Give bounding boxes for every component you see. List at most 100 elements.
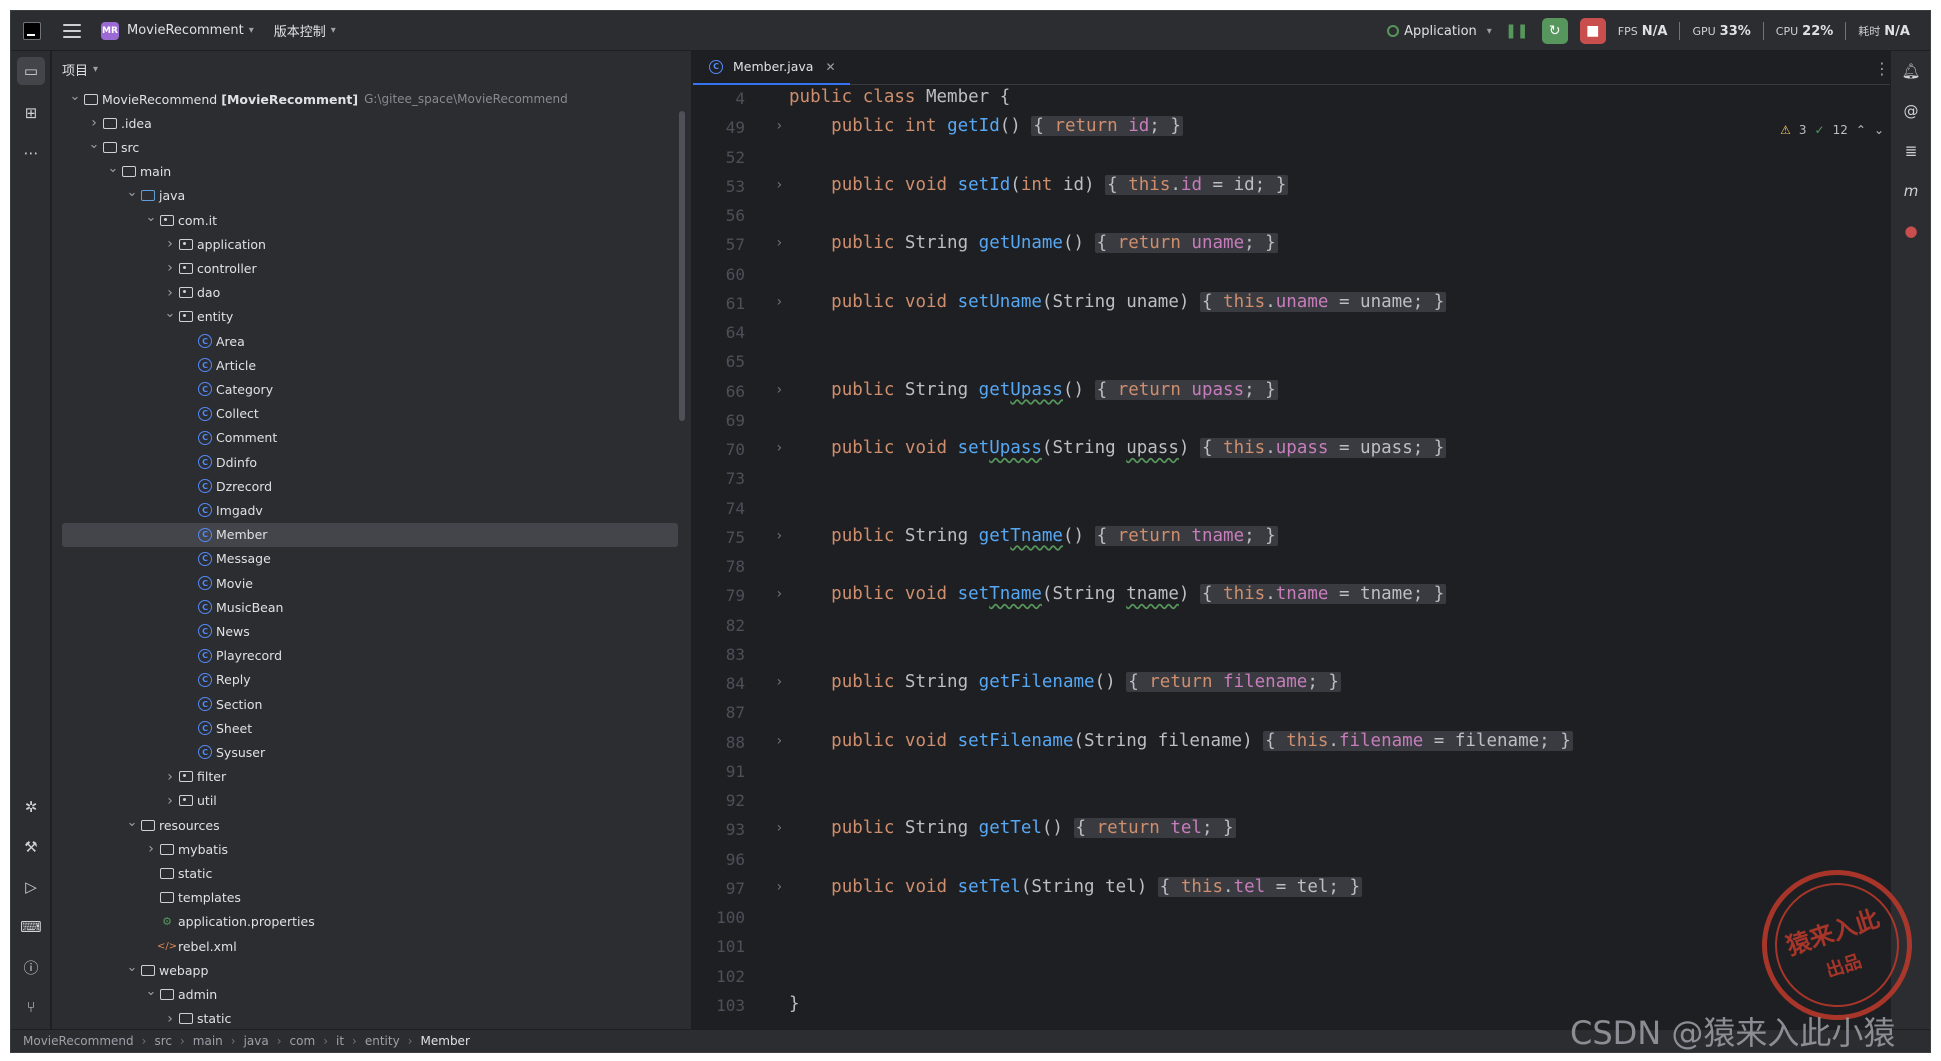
fold-toggle-icon[interactable]: › [775,118,783,134]
code-line[interactable]: public void setFilename(String filename)… [789,730,1573,751]
database-icon[interactable]: ≣ [1897,137,1925,165]
git-icon[interactable]: ⑂ [17,993,45,1021]
expand-arrow-icon[interactable] [106,164,120,179]
tree-item[interactable]: filter [62,765,678,789]
breadcrumb-item[interactable]: entity [365,1034,400,1048]
code-line[interactable]: public void setTname(String tname) { thi… [789,584,1447,605]
stop-button[interactable]: ■ [1579,18,1606,44]
tree-item[interactable]: C Message [62,547,678,571]
tree-item[interactable]: C Movie [62,571,678,595]
chevron-down-icon[interactable]: ⌄ [1874,123,1884,137]
expand-arrow-icon[interactable] [144,987,158,1002]
code-line[interactable]: } [789,994,800,1014]
collapse-arrow-icon[interactable] [163,260,177,276]
code-line[interactable]: public int getId() { return id; } [789,116,1183,137]
tree-item[interactable]: static [62,1007,678,1031]
tree-item[interactable]: C News [62,619,678,643]
tree-item[interactable]: controller [62,256,678,280]
tab-member-java[interactable]: C Member.java ✕ [693,51,850,85]
ai-assistant-icon[interactable]: @ [1897,97,1925,125]
code-line[interactable]: public void setId(int id) { this.id = id… [789,174,1289,195]
collapse-arrow-icon[interactable] [87,115,101,131]
tree-item[interactable]: main [62,160,678,184]
tree-item[interactable]: static [62,861,678,885]
tree-item[interactable]: C Member [62,522,678,547]
tree-item[interactable]: ⚙ application.properties [62,910,678,934]
tree-item[interactable]: C Imgadv [62,498,678,522]
breadcrumb-item[interactable]: java [244,1034,269,1048]
fold-toggle-icon[interactable]: › [775,820,783,836]
code-line[interactable]: public void setUpass(String upass) { thi… [789,438,1447,458]
code-view[interactable]: ⚠ 3 ✓ 12 ⌃ ⌄ 4 public class Member {49 › p… [693,85,1902,1031]
run-icon[interactable]: ▷ [17,873,45,901]
code-line[interactable]: public void setTel(String tel) { this.te… [789,876,1363,897]
run-config-selector[interactable]: Application ▾ [1387,24,1492,39]
tree-item[interactable]: C Dzrecord [62,474,678,498]
fold-toggle-icon[interactable]: › [775,294,783,310]
inspection-widget[interactable]: ⚠ 3 ✓ 12 ⌃ ⌄ [1780,123,1884,137]
tree-item[interactable]: templates [62,886,678,910]
breadcrumb-item[interactable]: MovieRecommend [23,1034,134,1048]
tree-item[interactable]: dao [62,281,678,305]
project-panel-header[interactable]: 项目 ▾ [52,51,691,87]
tree-item[interactable]: C Playrecord [62,644,678,668]
fold-toggle-icon[interactable]: › [775,235,783,251]
code-line[interactable]: public String getFilename() { return fil… [789,672,1341,692]
breadcrumb-item[interactable]: com [290,1034,316,1048]
rerun-button[interactable]: ↻ [1541,18,1568,44]
tree-item[interactable]: C MusicBean [62,595,678,619]
tree-item[interactable]: C Category [62,377,678,401]
tree-item[interactable]: admin [62,982,678,1006]
tree-item[interactable]: entity [62,305,678,329]
vcs-menu[interactable]: 版本控制 ▾ [274,11,336,50]
code-line[interactable]: public class Member { [789,87,1010,107]
plugin-icon[interactable]: ● [1897,217,1925,245]
collapse-arrow-icon[interactable] [163,285,177,301]
chevron-up-icon[interactable]: ⌃ [1856,123,1866,137]
fold-toggle-icon[interactable]: › [775,733,783,749]
fold-toggle-icon[interactable]: › [775,674,783,690]
project-folder-icon[interactable]: ▭ [17,57,45,85]
code-line[interactable]: public void setUname(String uname) { thi… [789,291,1447,312]
code-line[interactable]: public String getUpass() { return upass;… [789,379,1278,400]
breadcrumb-item[interactable]: src [154,1034,172,1048]
project-switcher[interactable]: MovieRecomment ▾ [127,11,254,50]
tree-item[interactable]: util [62,789,678,813]
breadcrumb-item[interactable]: it [336,1034,344,1048]
tree-item[interactable]: resources [62,813,678,837]
collapse-arrow-icon[interactable] [163,793,177,809]
code-line[interactable]: public String getTel() { return tel; } [789,818,1236,839]
tree-item[interactable]: .idea [62,111,678,135]
fold-toggle-icon[interactable]: › [775,879,783,895]
breadcrumb-item[interactable]: Member [421,1034,470,1048]
tree-item[interactable]: </> rebel.xml [62,934,678,958]
main-menu-icon[interactable] [63,23,81,38]
tree-item[interactable]: C Reply [62,668,678,692]
terminal-icon[interactable]: ⌨ [17,913,45,941]
collapse-arrow-icon[interactable] [144,841,158,857]
tree-item[interactable]: MovieRecommend[MovieRecomment] G:\gitee_s… [62,87,678,111]
expand-arrow-icon[interactable] [125,963,139,978]
code-line[interactable]: public String getTname() { return tname;… [789,525,1278,546]
tree-item[interactable]: mybatis [62,837,678,861]
expand-arrow-icon[interactable] [144,213,158,228]
collapse-arrow-icon[interactable] [163,1011,177,1027]
collapse-arrow-icon[interactable] [163,769,177,785]
close-icon[interactable]: ✕ [825,60,835,74]
build-icon[interactable]: ⚒ [17,833,45,861]
expand-arrow-icon[interactable] [68,92,82,107]
tree-item[interactable]: src [62,135,678,159]
tree-scrollbar[interactable] [679,111,685,421]
intellij-logo-icon[interactable] [23,21,41,40]
tree-item[interactable]: C Ddinfo [62,450,678,474]
more-options-icon[interactable]: ⋮ [1874,59,1890,78]
fold-toggle-icon[interactable]: › [775,177,783,193]
expand-arrow-icon[interactable] [163,309,177,324]
fold-toggle-icon[interactable]: › [775,586,783,602]
expand-arrow-icon[interactable] [125,818,139,833]
tree-item[interactable]: com.it [62,208,678,232]
expand-arrow-icon[interactable] [125,188,139,203]
expand-arrow-icon[interactable] [87,140,101,155]
tree-item[interactable]: application [62,232,678,256]
code-line[interactable]: public String getUname() { return uname;… [789,233,1278,254]
